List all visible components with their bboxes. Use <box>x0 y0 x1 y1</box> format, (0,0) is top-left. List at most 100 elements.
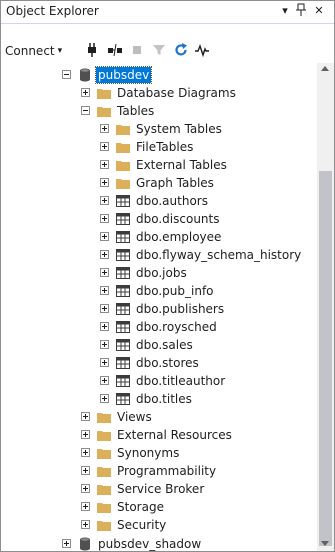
expand-toggle[interactable] <box>100 160 109 169</box>
expand-toggle[interactable] <box>100 358 109 367</box>
folder-icon <box>96 427 112 443</box>
tree-node-label: FileTables <box>136 140 194 154</box>
tree-node-label: dbo.employee <box>136 230 222 244</box>
tree-node-label: dbo.roysched <box>136 320 217 334</box>
vertical-scrollbar[interactable] <box>317 63 334 551</box>
title-bar: Object Explorer ▾ ✕ <box>1 1 334 24</box>
tree-node-label: dbo.authors <box>136 194 208 208</box>
tree-node-database-diagrams[interactable]: Database Diagrams <box>1 84 317 102</box>
tree-node-table[interactable]: dbo.publishers <box>1 300 317 318</box>
connect-dropdown-icon[interactable]: ▾ <box>58 41 63 61</box>
tree-node-external-tables[interactable]: External Tables <box>1 156 317 174</box>
folder-icon <box>96 463 112 479</box>
toolbar: Connect ▾ <box>1 38 334 64</box>
window-position-dropdown-icon[interactable]: ▾ <box>278 3 292 19</box>
tree-node-label: dbo.pub_info <box>136 284 214 298</box>
filter-icon[interactable] <box>151 42 167 58</box>
tree-node-table[interactable]: dbo.roysched <box>1 318 317 336</box>
expand-toggle[interactable] <box>100 322 109 331</box>
connect-object-explorer-icon[interactable] <box>84 42 100 58</box>
tree-node-label: dbo.titleauthor <box>136 374 226 388</box>
object-explorer-window: Object Explorer ▾ ✕ Connect ▾ pubsdev Da… <box>0 0 335 552</box>
tree-node-label: Synonyms <box>117 446 180 460</box>
tree-node-label: Service Broker <box>117 482 205 496</box>
refresh-icon[interactable] <box>173 42 189 58</box>
tree-node-programmability[interactable]: Programmability <box>1 462 317 480</box>
tree-node-table[interactable]: dbo.discounts <box>1 210 317 228</box>
expand-toggle[interactable] <box>100 178 109 187</box>
expand-toggle[interactable] <box>100 286 109 295</box>
table-icon <box>115 211 131 227</box>
tree-node-external-resources[interactable]: External Resources <box>1 426 317 444</box>
expand-toggle[interactable] <box>100 304 109 313</box>
tree-node-pubsdev[interactable]: pubsdev <box>1 66 317 84</box>
table-icon <box>115 193 131 209</box>
database-icon <box>77 536 93 551</box>
tree-node-table[interactable]: dbo.titles <box>1 390 317 408</box>
expand-toggle[interactable] <box>100 250 109 259</box>
scrollbar-thumb[interactable] <box>319 171 332 546</box>
expand-toggle[interactable] <box>81 448 90 457</box>
connect-button[interactable]: Connect ▾ <box>5 41 62 61</box>
close-icon[interactable]: ✕ <box>312 3 326 19</box>
expand-toggle[interactable] <box>100 124 109 133</box>
folder-icon <box>96 103 112 119</box>
tree-node-table[interactable]: dbo.sales <box>1 336 317 354</box>
tree-node-label: dbo.flyway_schema_history <box>136 248 302 262</box>
expand-toggle[interactable] <box>81 430 90 439</box>
collapse-toggle[interactable] <box>81 106 90 115</box>
collapse-toggle[interactable] <box>62 70 71 79</box>
tree-node-table[interactable]: dbo.titleauthor <box>1 372 317 390</box>
tree-node-filetables[interactable]: FileTables <box>1 138 317 156</box>
pin-icon[interactable] <box>294 3 308 19</box>
folder-icon <box>96 517 112 533</box>
expand-toggle[interactable] <box>81 466 90 475</box>
tree-node-storage[interactable]: Storage <box>1 498 317 516</box>
expand-toggle[interactable] <box>100 142 109 151</box>
table-icon <box>115 247 131 263</box>
tree-node-pubsdev-shadow[interactable]: pubsdev_shadow <box>1 535 317 551</box>
tree-node-graph-tables[interactable]: Graph Tables <box>1 174 317 192</box>
stop-icon[interactable] <box>129 42 145 58</box>
tree-node-label: dbo.titles <box>136 392 192 406</box>
folder-icon <box>96 85 112 101</box>
expand-toggle[interactable] <box>81 484 90 493</box>
tree-node-table[interactable]: dbo.jobs <box>1 264 317 282</box>
database-icon <box>77 67 93 83</box>
expand-toggle[interactable] <box>100 232 109 241</box>
tree-node-table[interactable]: dbo.stores <box>1 354 317 372</box>
tree-node-security[interactable]: Security <box>1 516 317 534</box>
tree-node-synonyms[interactable]: Synonyms <box>1 444 317 462</box>
tree-node-table[interactable]: dbo.authors <box>1 192 317 210</box>
expand-toggle[interactable] <box>100 268 109 277</box>
tree-node-views[interactable]: Views <box>1 408 317 426</box>
expand-toggle[interactable] <box>100 376 109 385</box>
expand-toggle[interactable] <box>100 214 109 223</box>
tree-node-table[interactable]: dbo.pub_info <box>1 282 317 300</box>
table-icon <box>115 265 131 281</box>
scroll-up-icon[interactable] <box>321 66 329 71</box>
tree-node-label: dbo.sales <box>136 338 193 352</box>
scroll-down-icon[interactable] <box>321 541 329 546</box>
tree-node-system-tables[interactable]: System Tables <box>1 120 317 138</box>
expand-toggle[interactable] <box>100 394 109 403</box>
expand-toggle[interactable] <box>81 502 90 511</box>
expand-toggle[interactable] <box>81 88 90 97</box>
tree-node-table[interactable]: dbo.employee <box>1 228 317 246</box>
expand-toggle[interactable] <box>81 520 90 529</box>
expand-toggle[interactable] <box>62 539 71 548</box>
table-icon <box>115 355 131 371</box>
tree-node-label: Security <box>117 518 167 532</box>
expand-toggle[interactable] <box>81 412 90 421</box>
tree-node-table[interactable]: dbo.flyway_schema_history <box>1 246 317 264</box>
tree-node-service-broker[interactable]: Service Broker <box>1 480 317 498</box>
disconnect-icon[interactable] <box>107 42 123 58</box>
tree-node-tables[interactable]: Tables <box>1 102 317 120</box>
expand-toggle[interactable] <box>100 340 109 349</box>
tree-node-label: Graph Tables <box>136 176 214 190</box>
tree-node-label: External Tables <box>136 158 227 172</box>
expand-toggle[interactable] <box>100 196 109 205</box>
table-icon <box>115 229 131 245</box>
tree-node-label: pubsdev_shadow <box>98 537 202 551</box>
activity-monitor-icon[interactable] <box>194 42 210 58</box>
